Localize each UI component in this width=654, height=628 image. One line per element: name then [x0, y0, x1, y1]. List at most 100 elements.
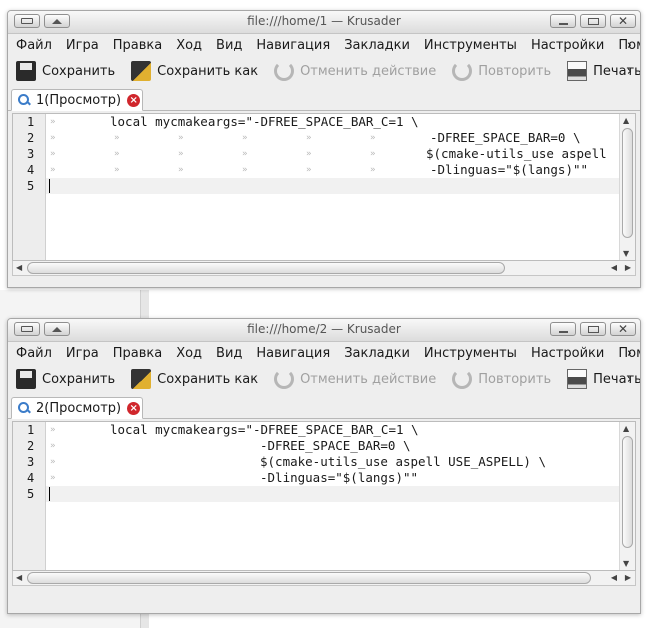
menu-move[interactable]: Ход: [176, 346, 202, 361]
save-button[interactable]: Сохранить: [16, 61, 115, 81]
undo-button[interactable]: Отменить действие: [274, 369, 436, 389]
menu-overflow-chevron-icon[interactable]: ›: [627, 38, 632, 53]
save-label: Сохранить: [42, 63, 116, 79]
code-line[interactable]: » local mycmakeargs="-DFREE_SPACE_BAR_C=…: [46, 422, 619, 438]
code-line-text: $(cmake-utils_use aspell USE_ASPELL) \: [260, 454, 546, 469]
menu-move[interactable]: Ход: [176, 38, 202, 53]
tab-marker: »: [50, 149, 56, 159]
text-editor[interactable]: 1 2 3 4 5 » local mycmakeargs="-DFREE_SP…: [12, 421, 636, 571]
menu-file[interactable]: Файл: [16, 38, 52, 53]
title-bar[interactable]: file:///home/2 — Krusader ✕: [8, 319, 640, 342]
code-line[interactable]: » » » » » » -DFREE_SPACE_BAR=0 \: [46, 130, 619, 146]
horizontal-scrollbar[interactable]: ◀ ◀ ▶: [12, 571, 636, 586]
scroll-right-icon[interactable]: ▶: [625, 573, 631, 582]
save-as-label: Сохранить как: [157, 63, 259, 79]
maximize-button[interactable]: [580, 322, 606, 336]
horizontal-scroll-thumb[interactable]: [27, 572, 591, 584]
menu-view[interactable]: Вид: [216, 346, 242, 361]
menu-bookmarks[interactable]: Закладки: [344, 38, 410, 53]
menu-tools[interactable]: Инструменты: [424, 346, 517, 361]
scroll-up-icon[interactable]: ▲: [623, 424, 629, 433]
menu-bar: Файл Игра Правка Ход Вид Навигация Закла…: [8, 34, 640, 56]
redo-button[interactable]: Повторить: [452, 369, 551, 389]
menu-settings[interactable]: Настройки: [531, 38, 604, 53]
tab-marker: »: [50, 165, 56, 175]
toolbar-overflow-chevron-icon[interactable]: ›: [627, 372, 632, 387]
menu-tools[interactable]: Инструменты: [424, 38, 517, 53]
menu-bar: Файл Игра Правка Ход Вид Навигация Закла…: [8, 342, 640, 364]
line-number: 2: [27, 439, 35, 453]
tab-bar: 2(Просмотр) ×: [8, 394, 640, 419]
menu-navigation[interactable]: Навигация: [256, 38, 330, 53]
horizontal-scroll-thumb[interactable]: [27, 262, 505, 274]
menu-game[interactable]: Игра: [66, 38, 99, 53]
tab-marker: »: [242, 165, 248, 175]
undo-icon: [274, 61, 295, 81]
scroll-left-icon[interactable]: ◀: [611, 573, 617, 582]
menu-overflow-chevron-icon[interactable]: ›: [627, 346, 632, 361]
menu-game[interactable]: Игра: [66, 346, 99, 361]
tab-preview-1[interactable]: 1(Просмотр) ×: [11, 89, 143, 111]
vertical-scroll-thumb[interactable]: [622, 436, 633, 548]
code-area[interactable]: » local mycmakeargs="-DFREE_SPACE_BAR_C=…: [46, 114, 619, 194]
undo-button[interactable]: Отменить действие: [274, 61, 436, 81]
scroll-left-icon[interactable]: ◀: [611, 263, 617, 272]
scroll-down-icon[interactable]: ▼: [623, 559, 629, 568]
line-number: 4: [27, 163, 35, 177]
vertical-scroll-thumb[interactable]: [622, 128, 633, 238]
minimize-button[interactable]: [550, 14, 576, 28]
code-line-current[interactable]: [46, 486, 619, 502]
close-tab-icon[interactable]: ×: [127, 401, 141, 415]
minimize-icon: [558, 22, 568, 25]
vertical-scrollbar[interactable]: ▲ ▼: [619, 422, 635, 570]
close-button[interactable]: ✕: [610, 14, 636, 28]
toolbar-overflow-chevron-icon[interactable]: ›: [627, 64, 632, 79]
menu-view[interactable]: Вид: [216, 38, 242, 53]
code-area[interactable]: » local mycmakeargs="-DFREE_SPACE_BAR_C=…: [46, 422, 619, 502]
title-bar[interactable]: file:///home/1 — Krusader ✕: [8, 11, 640, 34]
minimize-button[interactable]: [550, 322, 576, 336]
close-tab-icon[interactable]: ×: [127, 93, 141, 107]
redo-label: Повторить: [478, 63, 552, 79]
menu-file[interactable]: Файл: [16, 346, 52, 361]
close-button[interactable]: ✕: [610, 322, 636, 336]
code-line[interactable]: » -DFREE_SPACE_BAR=0 \: [46, 438, 619, 454]
tab-marker: »: [178, 133, 184, 143]
code-line[interactable]: » » » » » » -Dlinguas="$(langs)"": [46, 162, 619, 178]
code-line-current[interactable]: [46, 178, 619, 194]
menu-settings[interactable]: Настройки: [531, 346, 604, 361]
undo-label: Отменить действие: [300, 63, 437, 79]
tab-preview-2[interactable]: 2(Просмотр) ×: [11, 397, 143, 419]
redo-button[interactable]: Повторить: [452, 61, 551, 81]
maximize-button[interactable]: [580, 14, 606, 28]
scroll-left-icon[interactable]: ◀: [16, 263, 22, 272]
scroll-up-icon[interactable]: ▲: [623, 116, 629, 125]
code-line[interactable]: » $(cmake-utils_use aspell USE_ASPELL) \: [46, 454, 619, 470]
menu-edit[interactable]: Правка: [113, 346, 162, 361]
code-line[interactable]: » local mycmakeargs="-DFREE_SPACE_BAR_C=…: [46, 114, 619, 130]
text-editor[interactable]: 1 2 3 4 5 » local mycmakeargs="-DFREE_SP…: [12, 113, 636, 261]
krusader-window-2: file:///home/2 — Krusader ✕ Файл Игра Пр…: [7, 318, 641, 614]
code-line-text: -Dlinguas="$(langs)"": [260, 470, 419, 485]
save-button[interactable]: Сохранить: [16, 369, 115, 389]
save-as-button[interactable]: Сохранить как: [131, 61, 258, 81]
scroll-down-icon[interactable]: ▼: [623, 249, 629, 258]
text-cursor: [49, 487, 50, 501]
line-number: 1: [27, 115, 35, 129]
menu-navigation[interactable]: Навигация: [256, 346, 330, 361]
vertical-scrollbar[interactable]: ▲ ▼: [619, 114, 635, 260]
scroll-left-icon[interactable]: ◀: [16, 573, 22, 582]
maximize-icon: [587, 325, 599, 333]
code-line[interactable]: » -Dlinguas="$(langs)"": [46, 470, 619, 486]
code-line[interactable]: » » » » » » $(cmake-utils_use aspell: [46, 146, 619, 162]
close-icon: ✕: [617, 322, 629, 336]
code-line-text: local mycmakeargs="-DFREE_SPACE_BAR_C=1 …: [110, 114, 419, 129]
save-as-button[interactable]: Сохранить как: [131, 369, 258, 389]
menu-bookmarks[interactable]: Закладки: [344, 346, 410, 361]
horizontal-scrollbar[interactable]: ◀ ◀ ▶: [12, 261, 636, 276]
scroll-right-icon[interactable]: ▶: [625, 263, 631, 272]
save-as-icon: [131, 61, 152, 81]
tab-marker: »: [306, 133, 312, 143]
code-line-text: $(cmake-utils_use aspell: [426, 146, 607, 161]
menu-edit[interactable]: Правка: [113, 38, 162, 53]
